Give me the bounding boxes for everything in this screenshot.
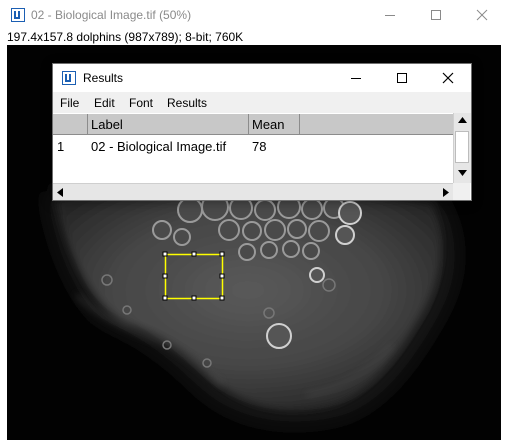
- column-header-label[interactable]: Label: [88, 114, 249, 134]
- scroll-up-icon[interactable]: [458, 117, 467, 123]
- close-icon: [442, 72, 454, 84]
- window-title: 02 - Biological Image.tif (50%): [31, 8, 192, 22]
- close-icon: [476, 9, 488, 21]
- menu-results[interactable]: Results: [167, 96, 207, 110]
- results-table[interactable]: Label Mean 1 02 - Biological Image.tif 7…: [53, 113, 453, 183]
- scroll-corner: [453, 183, 470, 200]
- results-window[interactable]: Results File Edit Font Results Label Mea…: [52, 63, 472, 201]
- column-header-mean[interactable]: Mean: [249, 114, 300, 134]
- results-minimize-button[interactable]: [333, 64, 379, 92]
- image-window-titlebar[interactable]: 02 - Biological Image.tif (50%): [0, 0, 505, 30]
- scroll-left-icon[interactable]: [57, 188, 63, 197]
- results-maximize-button[interactable]: [379, 64, 425, 92]
- menu-file[interactable]: File: [60, 96, 79, 110]
- row-index: 1: [57, 139, 65, 154]
- row-label: 02 - Biological Image.tif: [91, 139, 227, 154]
- maximize-icon: [397, 73, 407, 83]
- maximize-button[interactable]: [413, 0, 459, 30]
- maximize-icon: [431, 10, 441, 20]
- scroll-right-icon[interactable]: [443, 188, 449, 197]
- imagej-icon: [62, 71, 76, 85]
- vertical-scroll-thumb[interactable]: [455, 131, 469, 163]
- horizontal-scrollbar[interactable]: [53, 183, 453, 200]
- results-close-button[interactable]: [425, 64, 471, 92]
- vertical-scrollbar[interactable]: [453, 113, 471, 183]
- menu-font[interactable]: Font: [129, 96, 153, 110]
- scroll-down-icon[interactable]: [458, 170, 467, 176]
- minimize-button[interactable]: [367, 0, 413, 30]
- table-header: Label Mean: [53, 114, 453, 135]
- minimize-icon: [351, 78, 361, 79]
- results-menubar: File Edit Font Results: [53, 92, 471, 113]
- imagej-icon: [11, 8, 25, 22]
- row-mean: 78: [252, 139, 267, 154]
- results-title: Results: [83, 71, 124, 85]
- results-titlebar[interactable]: Results: [53, 64, 471, 92]
- image-info-line: 197.4x157.8 dolphins (987x789); 8-bit; 7…: [7, 30, 244, 44]
- column-header-index[interactable]: [53, 114, 88, 134]
- minimize-icon: [385, 15, 395, 16]
- menu-edit[interactable]: Edit: [94, 96, 115, 110]
- close-button[interactable]: [459, 0, 505, 30]
